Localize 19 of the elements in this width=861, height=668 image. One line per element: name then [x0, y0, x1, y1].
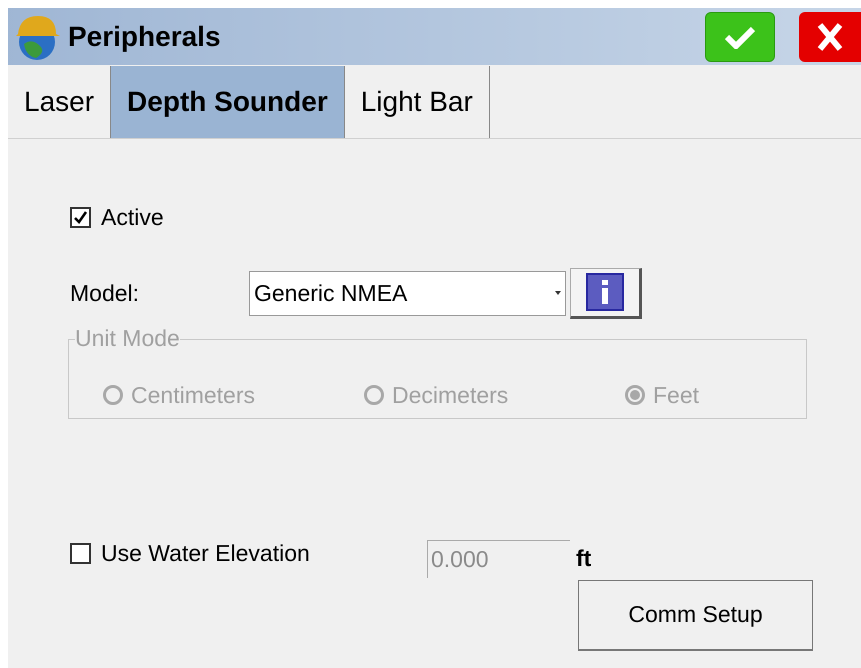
dropdown-arrow-icon — [555, 291, 561, 295]
info-button[interactable] — [570, 268, 642, 318]
checkmark-icon — [724, 24, 756, 48]
radio-label: Decimeters — [392, 380, 508, 410]
ok-button[interactable] — [705, 12, 775, 62]
model-label: Model: — [70, 278, 140, 308]
checkbox[interactable] — [70, 206, 91, 228]
water-elevation-label: Use Water Elevation — [101, 539, 310, 568]
tab[interactable]: Depth Sounder — [111, 66, 345, 138]
unit-label: ft — [576, 544, 592, 574]
radio-label: Feet — [653, 380, 700, 410]
comm-setup-button[interactable]: Comm Setup — [578, 580, 813, 650]
model-dropdown[interactable]: Generic NMEA — [249, 270, 566, 316]
info-icon — [586, 273, 624, 311]
active-label: Active — [101, 203, 164, 232]
window-title: Peripherals — [68, 20, 221, 54]
close-button[interactable] — [799, 12, 861, 62]
close-icon — [817, 22, 843, 50]
radio-label: Centimeters — [131, 380, 255, 410]
